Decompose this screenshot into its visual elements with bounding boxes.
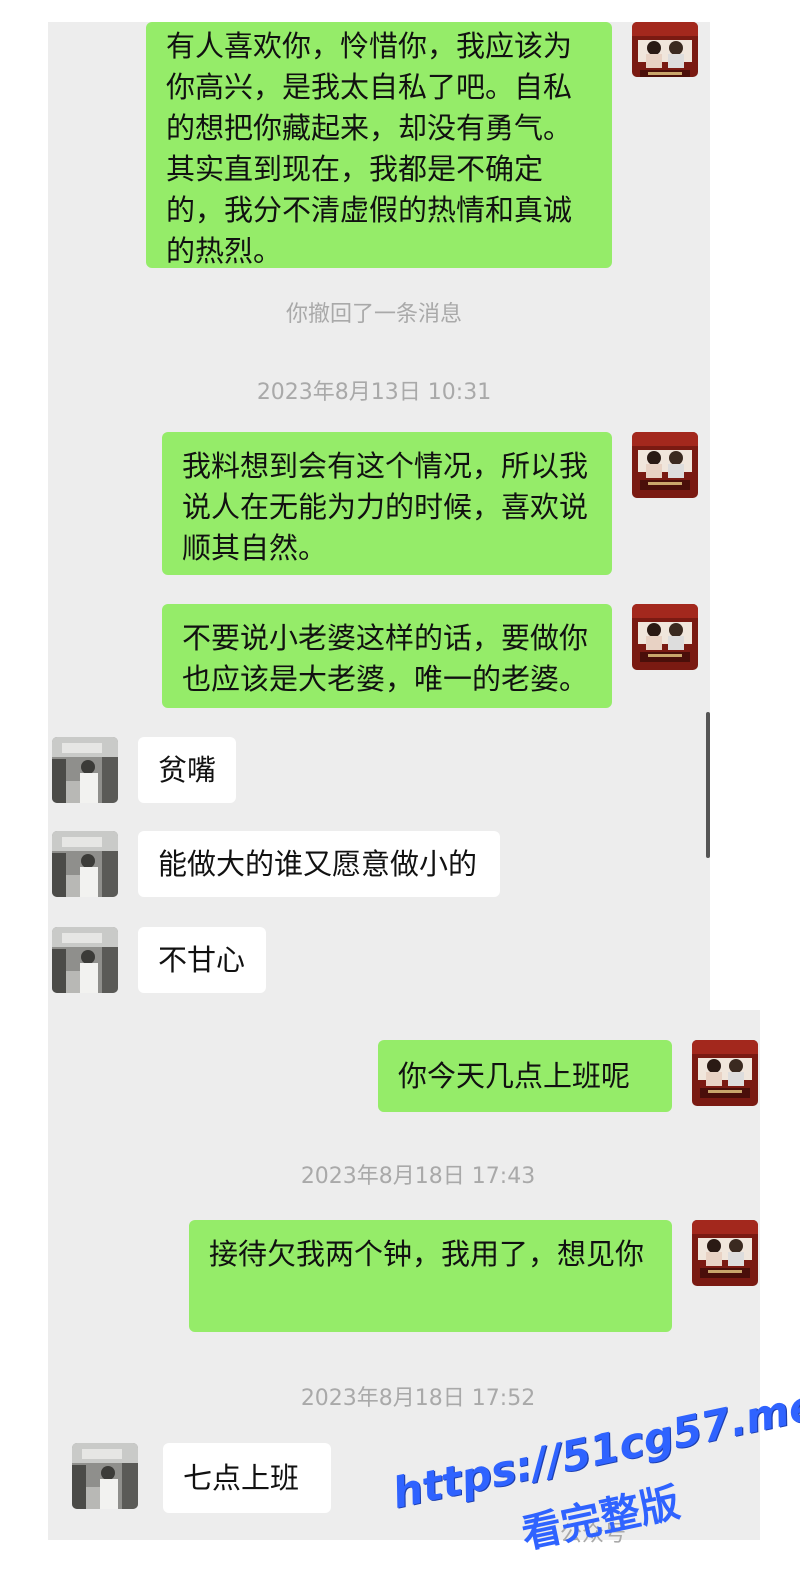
timestamp: 2023年8月18日 17:52 bbox=[300, 1386, 536, 1411]
my-avatar[interactable] bbox=[632, 604, 698, 670]
avatar-image bbox=[72, 1443, 138, 1509]
message-text: 接待欠我两个钟，我用了，想见你 bbox=[209, 1237, 645, 1271]
avatar-image bbox=[52, 831, 118, 897]
my-avatar[interactable] bbox=[632, 22, 698, 77]
message-bubble-sent[interactable]: 接待欠我两个钟，我用了，想见你 bbox=[189, 1220, 672, 1332]
message-text: 有人喜欢你，怜惜你，我应该为你高兴，是我太自私了吧。自私的想把你藏起来，却没有勇… bbox=[166, 29, 573, 268]
contact-avatar[interactable] bbox=[72, 1443, 138, 1509]
avatar-image bbox=[632, 22, 698, 77]
message-text: 我料想到会有这个情况，所以我说人在无能为力的时候，喜欢说顺其自然。 bbox=[182, 449, 589, 565]
avatar-image bbox=[52, 737, 118, 803]
message-text: 贫嘴 bbox=[158, 752, 217, 787]
message-text: 不要说小老婆这样的话，要做你也应该是大老婆，唯一的老婆。 bbox=[182, 621, 589, 696]
scrollbar[interactable] bbox=[706, 712, 710, 858]
contact-avatar[interactable] bbox=[52, 831, 118, 897]
message-bubble-sent[interactable]: 不要说小老婆这样的话，要做你也应该是大老婆，唯一的老婆。 bbox=[162, 604, 612, 708]
message-bubble-sent[interactable]: 我料想到会有这个情况，所以我说人在无能为力的时候，喜欢说顺其自然。 bbox=[162, 432, 612, 575]
message-text: 能做大的谁又愿意做小的 bbox=[158, 846, 478, 881]
message-text: 不甘心 bbox=[158, 942, 246, 977]
recall-notice: 你撤回了一条消息 bbox=[285, 302, 462, 327]
avatar-image bbox=[632, 432, 698, 498]
message-text: 七点上班 bbox=[183, 1460, 300, 1495]
message-bubble-received[interactable]: 不甘心 bbox=[138, 927, 266, 993]
timestamp: 2023年8月18日 17:43 bbox=[300, 1164, 536, 1189]
contact-avatar[interactable] bbox=[52, 737, 118, 803]
contact-avatar[interactable] bbox=[52, 927, 118, 993]
message-bubble-received[interactable]: 七点上班 bbox=[163, 1443, 331, 1513]
my-avatar[interactable] bbox=[692, 1040, 758, 1106]
message-text: 你今天几点上班呢 bbox=[398, 1058, 631, 1093]
message-bubble-sent[interactable]: 有人喜欢你，怜惜你，我应该为你高兴，是我太自私了吧。自私的想把你藏起来，却没有勇… bbox=[146, 22, 612, 268]
message-bubble-sent[interactable]: 你今天几点上班呢 bbox=[378, 1040, 672, 1112]
message-bubble-received[interactable]: 贫嘴 bbox=[138, 737, 236, 803]
timestamp: 2023年8月13日 10:31 bbox=[256, 380, 492, 405]
message-bubble-received[interactable]: 能做大的谁又愿意做小的 bbox=[138, 831, 500, 897]
my-avatar[interactable] bbox=[632, 432, 698, 498]
avatar-image bbox=[692, 1220, 758, 1286]
avatar-image bbox=[52, 927, 118, 993]
avatar-image bbox=[632, 604, 698, 670]
avatar-image bbox=[692, 1040, 758, 1106]
my-avatar[interactable] bbox=[692, 1220, 758, 1286]
